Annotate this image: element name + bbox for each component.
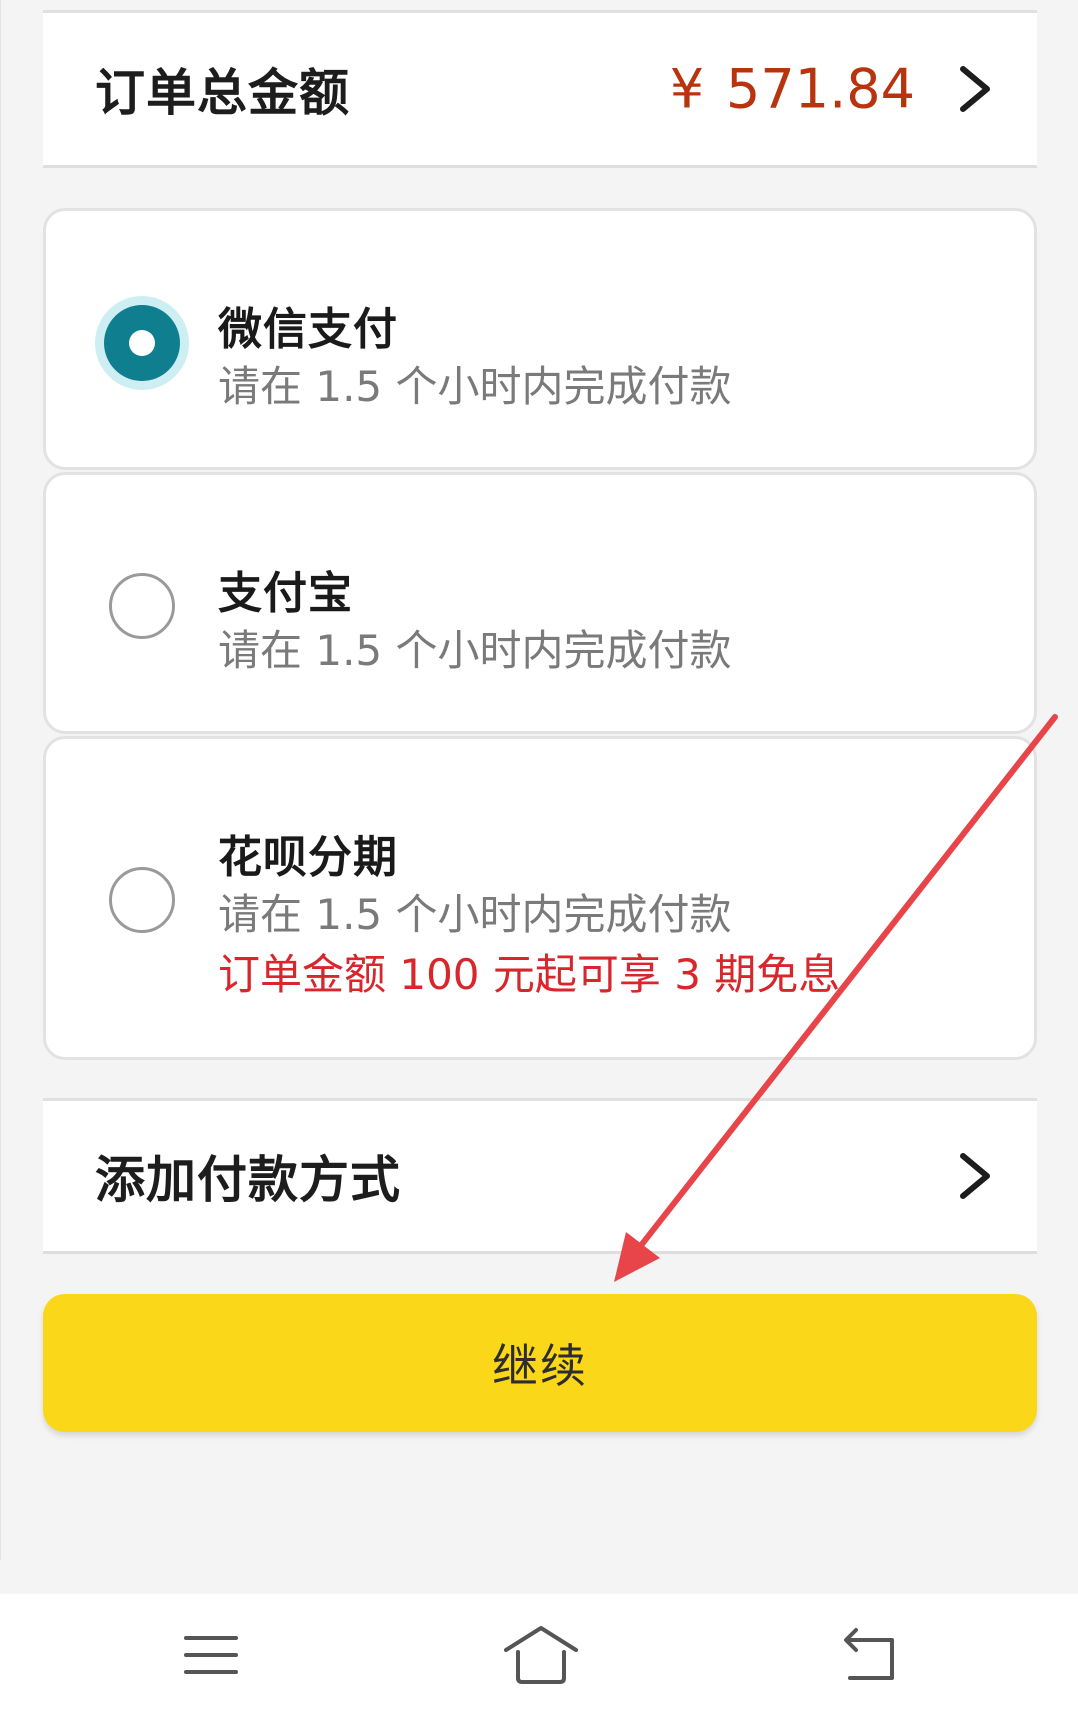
home-icon[interactable] [496, 1620, 586, 1690]
menu-icon[interactable] [166, 1620, 256, 1690]
payment-option-subtitle: 请在 1.5 个小时内完成付款 [218, 362, 732, 411]
payment-option-subtitle: 请在 1.5 个小时内完成付款 [218, 890, 732, 939]
currency-symbol: ¥ [669, 57, 705, 121]
payment-option-title: 微信支付 [218, 304, 398, 355]
order-total-label: 订单总金额 [95, 64, 350, 122]
payment-option-huabei[interactable]: 花呗分期 请在 1.5 个小时内完成付款 订单金额 100 元起可享 3 期免息 [43, 736, 1037, 1060]
total-amount-value: 571.84 [726, 57, 915, 121]
installment-promo-text: 订单金额 100 元起可享 3 期免息 [218, 950, 841, 999]
payment-option-title: 支付宝 [218, 568, 353, 619]
continue-button[interactable]: 继续 [43, 1294, 1037, 1432]
radio-unselected-icon[interactable] [109, 573, 175, 639]
order-total-row[interactable]: 订单总金额 ¥571.84 [43, 10, 1037, 168]
back-icon[interactable] [822, 1620, 912, 1690]
payment-option-wechat[interactable]: 微信支付 请在 1.5 个小时内完成付款 [43, 208, 1037, 470]
order-total-amount: ¥571.84 [670, 58, 915, 121]
system-nav-bar [0, 1594, 1078, 1720]
payment-option-alipay[interactable]: 支付宝 请在 1.5 个小时内完成付款 [43, 472, 1037, 734]
chevron-right-icon [960, 66, 990, 112]
payment-page: 订单总金额 ¥571.84 微信支付 请在 1.5 个小时内完成付款 支付宝 请… [0, 0, 1078, 1560]
payment-option-subtitle: 请在 1.5 个小时内完成付款 [218, 626, 732, 675]
add-payment-method-label: 添加付款方式 [95, 1151, 401, 1209]
radio-selected-icon[interactable] [104, 305, 180, 381]
radio-unselected-icon[interactable] [109, 867, 175, 933]
chevron-right-icon [960, 1153, 990, 1199]
add-payment-method-row[interactable]: 添加付款方式 [43, 1098, 1037, 1254]
payment-option-title: 花呗分期 [218, 832, 398, 883]
